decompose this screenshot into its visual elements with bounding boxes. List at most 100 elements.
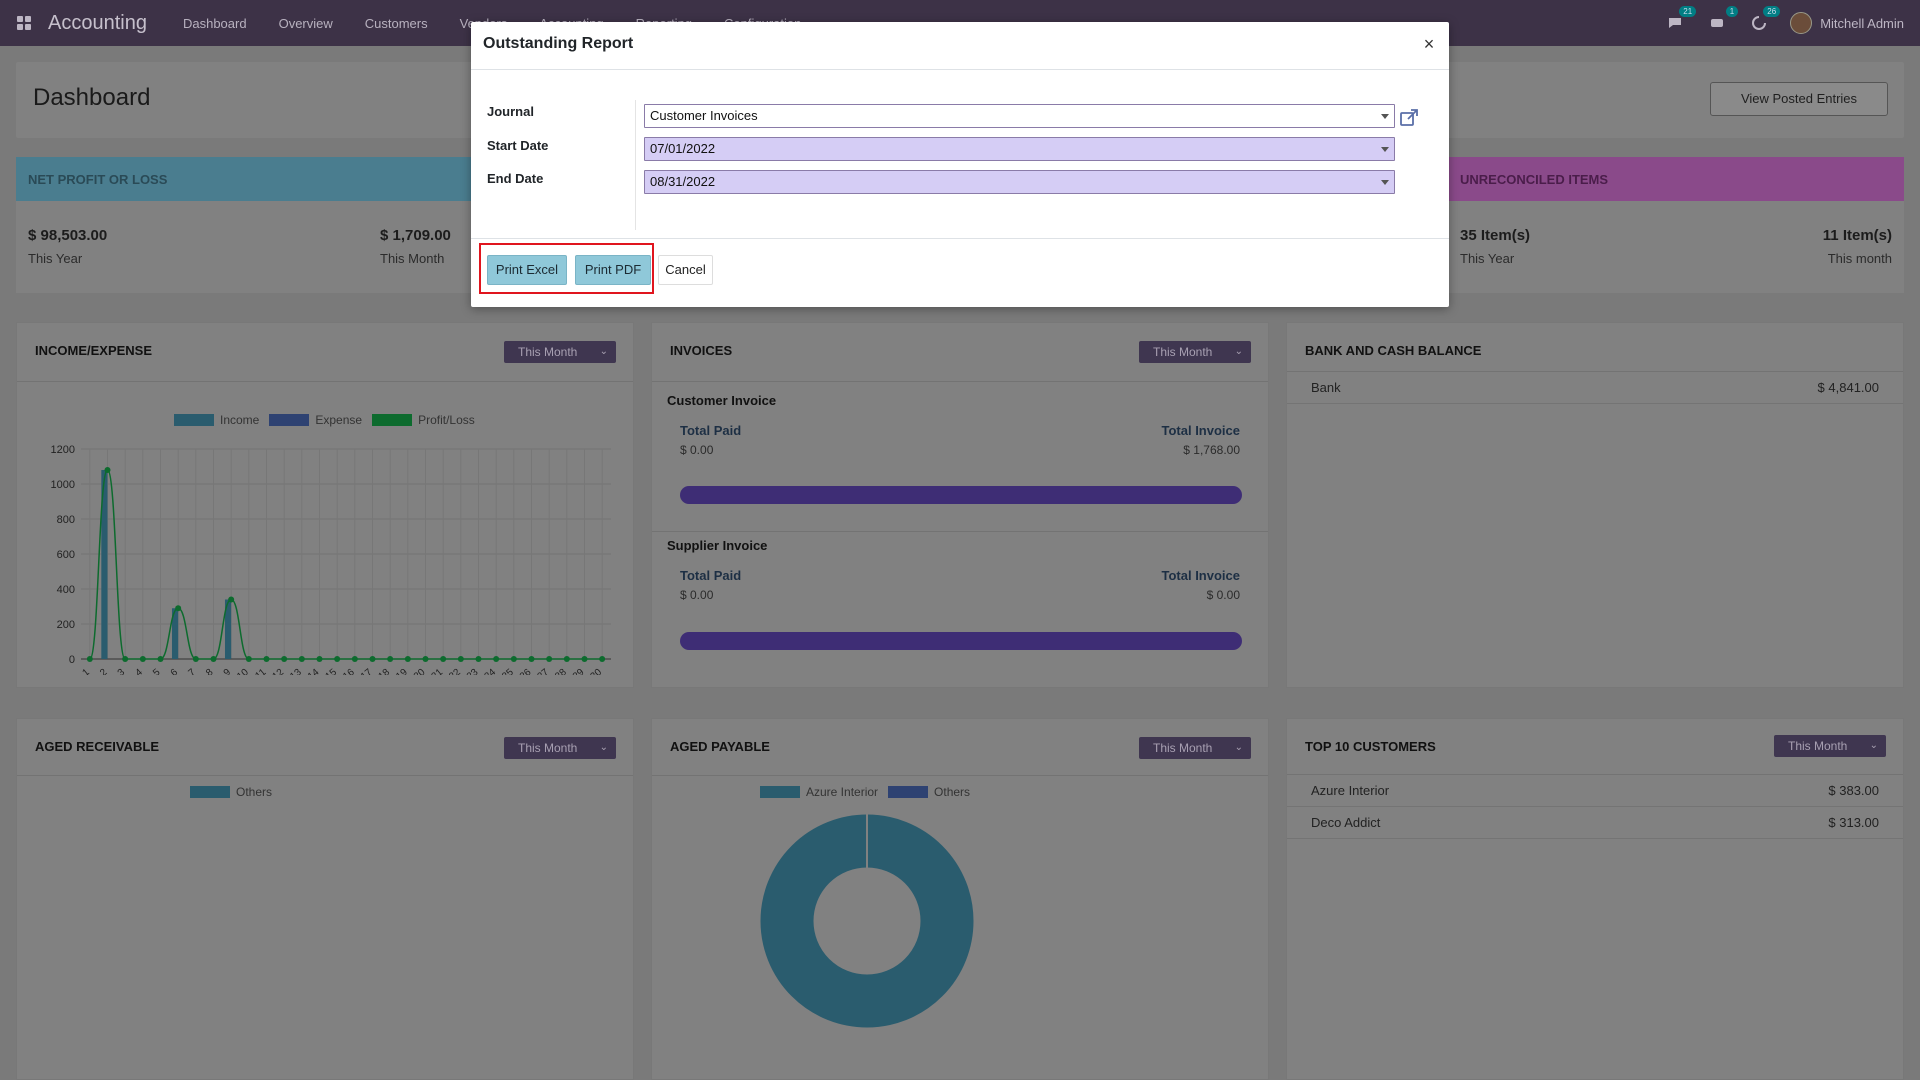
invoices-period-dropdown[interactable]: This Month ⌄ <box>1139 341 1251 363</box>
user-name[interactable]: Mitchell Admin <box>1820 16 1904 31</box>
navbar-systray: 21 1 26 Mitchell Admin <box>1664 0 1904 46</box>
journal-label: Journal <box>487 104 534 119</box>
aged-receivable-legend: Others <box>190 785 282 799</box>
x-tick-label: 25 <box>500 667 516 675</box>
profit-loss-point <box>86 656 93 662</box>
menu-item-overview[interactable]: Overview <box>279 16 333 31</box>
y-tick-label: 1000 <box>51 479 75 491</box>
chevron-down-icon: ⌄ <box>1234 742 1243 753</box>
y-tick-label: 0 <box>69 654 75 666</box>
profit-loss-point <box>122 656 129 662</box>
app-brand[interactable]: Accounting <box>48 12 147 35</box>
start-date-value: 07/01/2022 <box>650 141 716 156</box>
x-tick-label: 22 <box>447 667 463 675</box>
aged-receivable-panel: AGED RECEIVABLE This Month ⌄ Others <box>16 718 634 1080</box>
end-date-field[interactable]: 08/31/2022 <box>644 170 1395 194</box>
start-date-field[interactable]: 07/01/2022 <box>644 137 1395 161</box>
x-tick-label: 29 <box>571 667 587 675</box>
supplier-paid-label: Total Paid <box>680 568 742 583</box>
journal-select[interactable]: Customer Invoices <box>644 104 1395 128</box>
profit-loss-point <box>387 656 394 662</box>
view-posted-entries-button[interactable]: View Posted Entries <box>1710 82 1888 116</box>
aged-payable-panel: AGED PAYABLE This Month ⌄ Azure Interior… <box>651 718 1269 1080</box>
profit-loss-point <box>104 467 111 473</box>
legend-label-expense[interactable]: Expense <box>315 413 362 427</box>
updates-badge: 26 <box>1763 6 1781 17</box>
x-tick-label: 23 <box>465 667 481 675</box>
aged-payable-title: AGED PAYABLE <box>670 739 770 754</box>
legend-label-others[interactable]: Others <box>934 785 970 799</box>
aged-receivable-title: AGED RECEIVABLE <box>35 739 159 754</box>
x-tick-label: 13 <box>288 667 304 675</box>
supplier-paid-value: $ 0.00 <box>680 588 714 602</box>
end-date-label: End Date <box>487 171 544 186</box>
top-customers-period-dropdown[interactable]: This Month ⌄ <box>1774 735 1886 757</box>
cancel-button[interactable]: Cancel <box>658 255 713 285</box>
panel-divider <box>652 775 1268 776</box>
activity-badge: 1 <box>1725 6 1739 17</box>
net-profit-year-value: $ 98,503.00 <box>28 227 108 244</box>
close-icon[interactable]: × <box>1419 34 1439 55</box>
profit-loss-point <box>493 656 500 662</box>
profit-loss-point <box>369 656 376 662</box>
list-item[interactable]: Azure Interior $ 383.00 <box>1287 775 1903 807</box>
legend-label-others[interactable]: Others <box>236 785 272 799</box>
net-profit-card[interactable]: NET PROFIT OR LOSS $ 98,503.00 This Year… <box>16 157 476 293</box>
income-expense-panel: INCOME/EXPENSE This Month ⌄ Income Expen… <box>16 322 634 688</box>
period-label: This Month <box>1153 741 1213 755</box>
activity-icon[interactable]: 1 <box>1706 6 1739 34</box>
legend-swatch-expense <box>269 414 310 426</box>
x-tick-label: 17 <box>359 667 375 675</box>
legend-label-azure-interior[interactable]: Azure Interior <box>806 785 878 799</box>
top-customers-panel: TOP 10 CUSTOMERS This Month ⌄ Azure Inte… <box>1286 718 1904 1080</box>
messages-badge: 21 <box>1679 6 1697 17</box>
user-avatar[interactable] <box>1790 12 1813 34</box>
bank-cash-title: BANK AND CASH BALANCE <box>1305 343 1482 358</box>
print-excel-button[interactable]: Print Excel <box>487 255 567 285</box>
period-label: This Month <box>518 741 578 755</box>
panel-divider <box>17 381 633 382</box>
dialog-title: Outstanding Report <box>483 35 634 52</box>
x-tick-label: 10 <box>235 667 251 675</box>
print-pdf-button[interactable]: Print PDF <box>575 255 651 285</box>
x-tick-label: 9 <box>222 667 234 675</box>
supplier-total-invoice-label: Total Invoice <box>1161 568 1241 583</box>
aged-payable-period-dropdown[interactable]: This Month ⌄ <box>1139 737 1251 759</box>
bank-name: Bank <box>1311 380 1341 395</box>
x-tick-label: 27 <box>536 667 552 675</box>
top-customers-title: TOP 10 CUSTOMERS <box>1305 739 1436 754</box>
income-expense-legend: Income Expense Profit/Loss <box>174 413 485 427</box>
updates-icon[interactable]: 26 <box>1748 6 1781 34</box>
profit-loss-point <box>139 656 146 662</box>
messages-icon[interactable]: 21 <box>1664 6 1697 34</box>
list-item[interactable]: Bank $ 4,841.00 <box>1287 372 1903 404</box>
x-tick-label: 16 <box>341 667 357 675</box>
menu-item-dashboard[interactable]: Dashboard <box>183 16 247 31</box>
list-item[interactable]: Deco Addict $ 313.00 <box>1287 807 1903 839</box>
legend-label-income[interactable]: Income <box>220 413 259 427</box>
unreconciled-card[interactable]: UNRECONCILED ITEMS 35 Item(s) This Year … <box>1448 157 1904 293</box>
income-expense-period-dropdown[interactable]: This Month ⌄ <box>504 341 616 363</box>
x-tick-label: 5 <box>151 667 163 675</box>
profit-loss-point <box>228 596 235 603</box>
customer-total-invoice-value: $ 1,768.00 <box>1183 443 1240 457</box>
apps-menu-icon[interactable] <box>12 0 36 46</box>
x-tick-label: 8 <box>204 667 216 675</box>
x-tick-label: 6 <box>169 667 181 675</box>
aged-receivable-period-dropdown[interactable]: This Month ⌄ <box>504 737 616 759</box>
external-link-icon[interactable] <box>1399 108 1419 128</box>
unreconciled-year-label: This Year <box>1460 251 1515 266</box>
profit-loss-point <box>175 605 182 612</box>
profit-loss-point <box>316 656 323 662</box>
net-profit-title: NET PROFIT OR LOSS <box>16 157 476 201</box>
profit-loss-point <box>298 656 305 662</box>
period-label: This Month <box>518 345 578 359</box>
menu-item-customers[interactable]: Customers <box>365 16 428 31</box>
unreconciled-month-value: 11 Item(s) <box>1822 227 1892 244</box>
legend-label-profit-loss[interactable]: Profit/Loss <box>418 413 475 427</box>
y-tick-label: 200 <box>57 619 75 631</box>
customer-paid-label: Total Paid <box>680 423 742 438</box>
customer-paid-value: $ 0.00 <box>680 443 714 457</box>
profit-loss-point <box>581 656 588 662</box>
profit-loss-point <box>192 656 199 662</box>
